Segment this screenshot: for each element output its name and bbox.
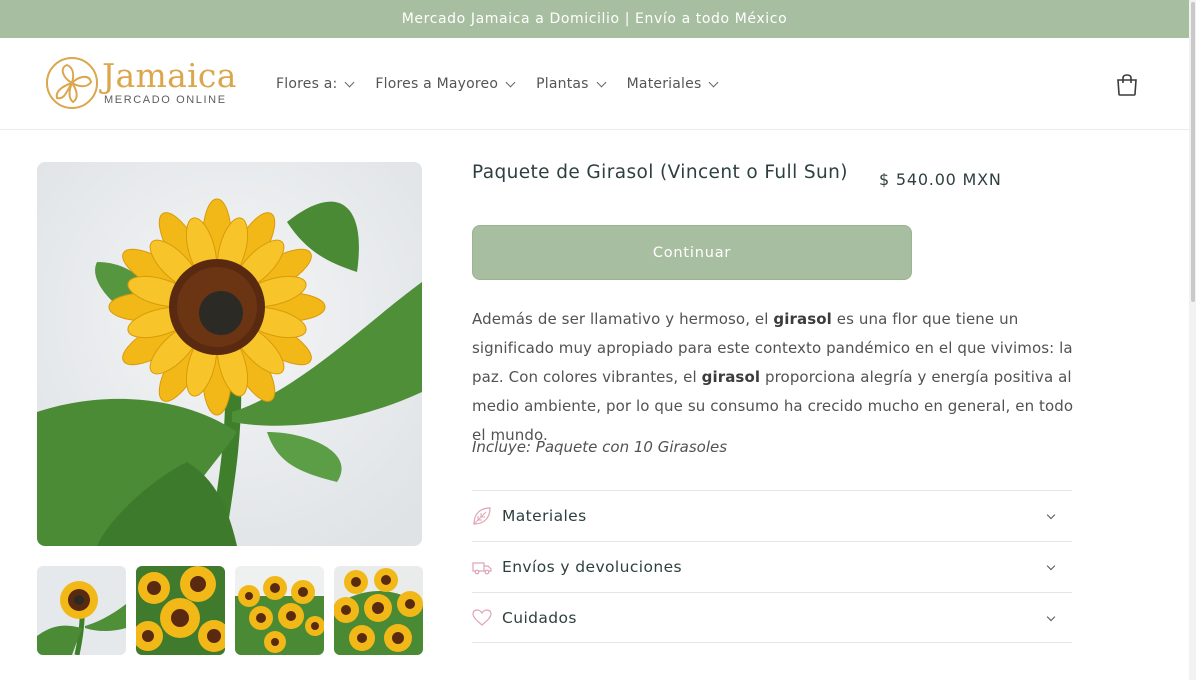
nav-item-label: Plantas [536, 76, 589, 92]
product-main-image[interactable] [37, 162, 422, 546]
nav-item-flores-mayoreo[interactable]: Flores a Mayoreo [375, 76, 516, 92]
announcement-text: Mercado Jamaica a Domicilio | Envío a to… [401, 11, 788, 27]
product-title: Paquete de Girasol (Vincent o Full Sun) [472, 162, 848, 183]
accordion-label: Envíos y devoluciones [502, 558, 682, 576]
logo[interactable]: Jamaica MERCADO ONLINE [45, 56, 237, 112]
logo-flower-icon [46, 57, 98, 109]
product-description: Además de ser llamativo y hermoso, el gi… [472, 305, 1082, 450]
description-bold: girasol [701, 368, 761, 386]
nav-item-flores-a[interactable]: Flores a: [276, 76, 355, 92]
thumbnail-2[interactable] [136, 566, 225, 655]
product-price: $ 540.00 MXN [879, 170, 1002, 189]
truck-icon [472, 557, 492, 577]
accordion-cuidados[interactable]: Cuidados [472, 592, 1072, 643]
accordion-materiales[interactable]: Materiales [472, 490, 1072, 541]
chevron-down-icon [1046, 612, 1056, 622]
chevron-down-icon [1046, 561, 1056, 571]
accordion-label: Cuidados [502, 608, 577, 627]
thumbnail-1[interactable] [37, 566, 126, 655]
chevron-down-icon [596, 77, 607, 87]
chevron-down-icon [1046, 510, 1056, 520]
scrollbar-thumb[interactable] [1191, 2, 1195, 302]
announcement-bar: Mercado Jamaica a Domicilio | Envío a to… [0, 0, 1189, 38]
chevron-down-icon [709, 77, 719, 87]
continue-button[interactable]: Continuar [472, 225, 912, 280]
logo-title: Jamaica [102, 56, 237, 95]
main-nav: Flores a: Flores a Mayoreo Plantas Mater… [276, 76, 719, 92]
site-header: Jamaica MERCADO ONLINE Flores a: Flores … [0, 38, 1189, 130]
chevron-down-icon [505, 77, 516, 87]
accordion-envios[interactable]: Envíos y devoluciones [472, 541, 1072, 592]
heart-icon [472, 608, 492, 628]
thumbnail-strip [37, 566, 423, 655]
nav-item-label: Materiales [626, 76, 702, 92]
thumbnail-3[interactable] [235, 566, 324, 655]
nav-item-materiales[interactable]: Materiales [626, 76, 719, 92]
nav-item-plantas[interactable]: Plantas [536, 76, 607, 92]
accordion-label: Materiales [502, 507, 587, 525]
chevron-down-icon [344, 77, 355, 87]
logo-subtitle: MERCADO ONLINE [104, 94, 227, 106]
nav-item-label: Flores a Mayoreo [375, 76, 499, 92]
product-accordion: Materiales Envíos y devoluciones Cuidado… [472, 490, 1072, 643]
nav-item-label: Flores a: [276, 76, 338, 92]
description-bold: girasol [773, 310, 832, 328]
includes-note: Incluye: Paquete con 10 Girasoles [472, 438, 728, 456]
description-text: Además de ser llamativo y hermoso, el [472, 310, 774, 328]
thumbnail-4[interactable] [334, 566, 423, 655]
cart-icon[interactable] [1116, 73, 1138, 97]
leaf-icon [472, 506, 492, 526]
